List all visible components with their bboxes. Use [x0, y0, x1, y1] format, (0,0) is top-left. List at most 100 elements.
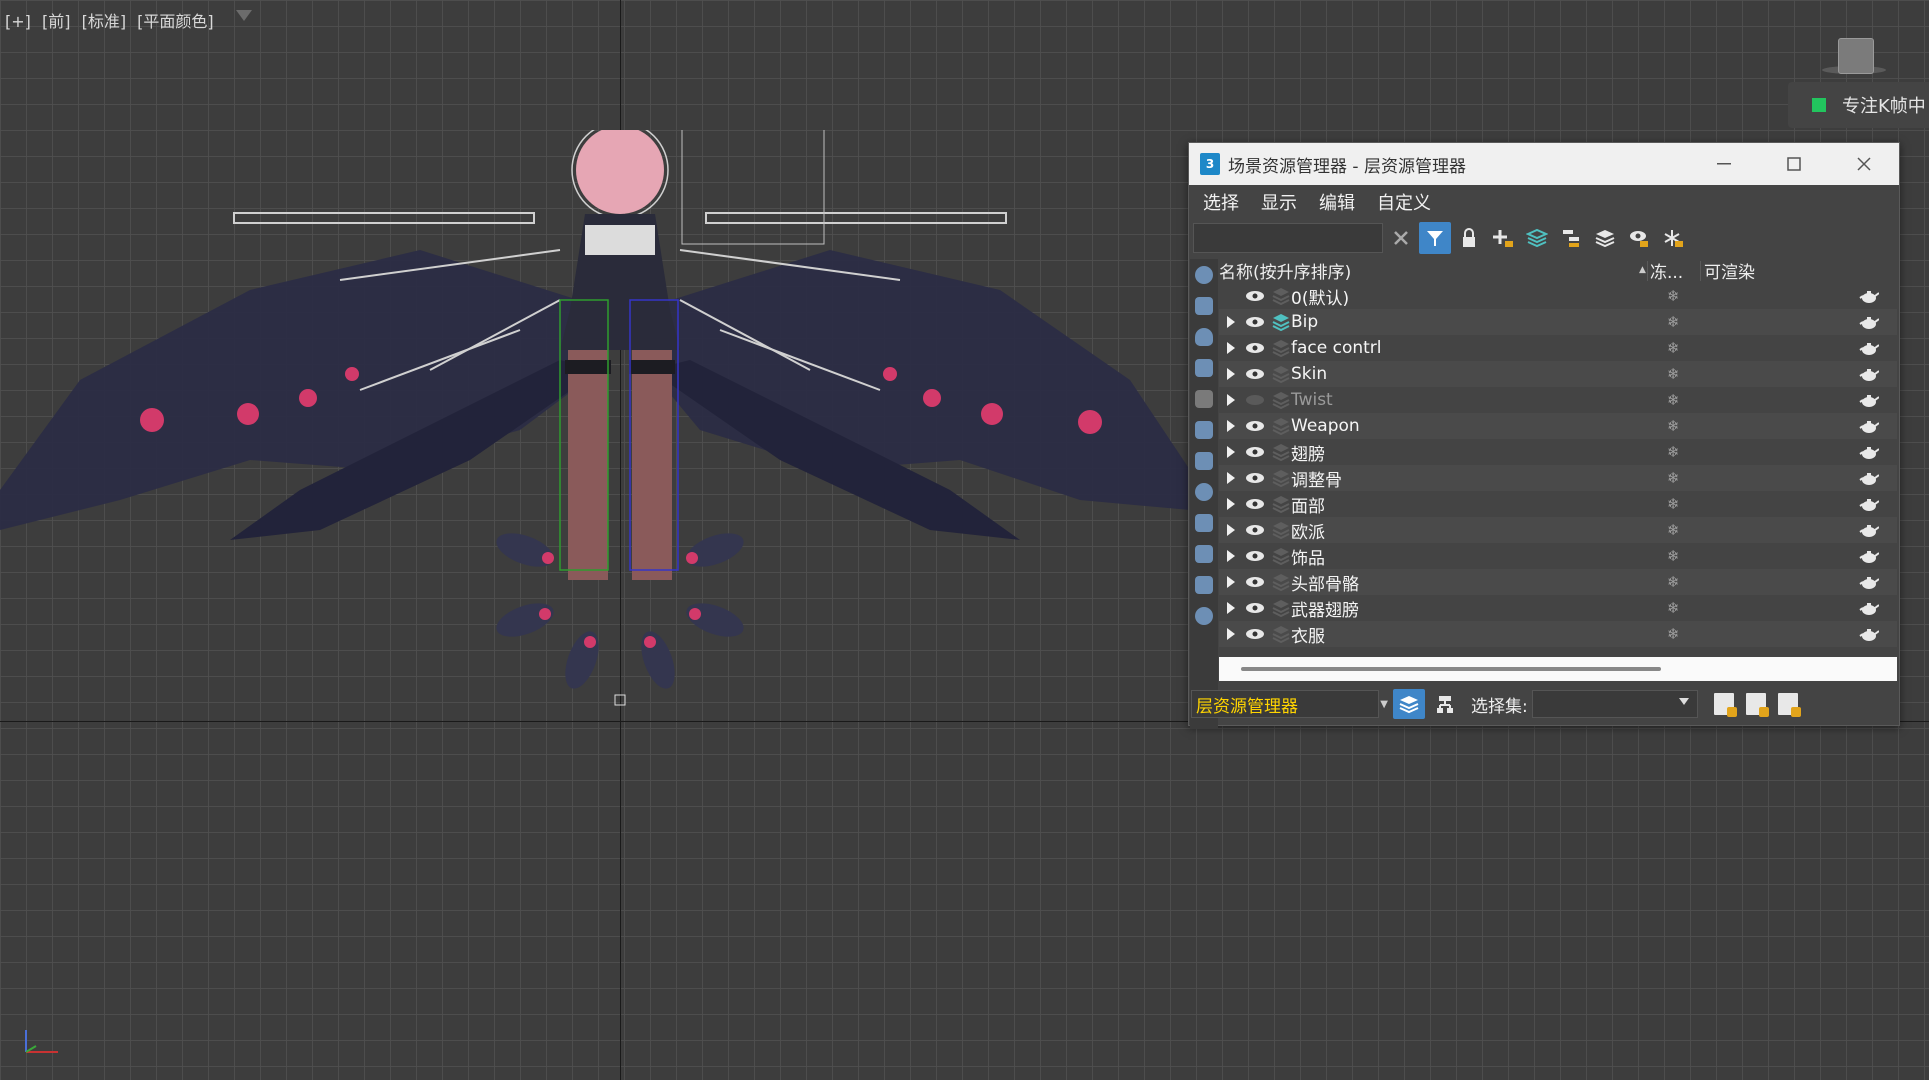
filter-helpers-icon[interactable]: [1190, 383, 1218, 414]
filter-shapes-icon[interactable]: [1190, 290, 1218, 321]
layer-row[interactable]: Skin ❄: [1219, 361, 1897, 387]
freeze-toggle-icon[interactable]: ❄: [1667, 469, 1680, 487]
visibility-eye-icon[interactable]: [1245, 342, 1265, 354]
layer-icon[interactable]: [1271, 547, 1291, 565]
expand-arrow-icon[interactable]: [1227, 316, 1235, 328]
visibility-eye-icon[interactable]: [1245, 576, 1265, 588]
layer-icon[interactable]: [1271, 625, 1291, 643]
freeze-toggle-icon[interactable]: ❄: [1667, 417, 1680, 435]
freeze-toggle-icon[interactable]: ❄: [1667, 599, 1680, 617]
edit-selection-set-icon[interactable]: [1713, 693, 1737, 717]
filter-geometry-icon[interactable]: [1190, 259, 1218, 290]
filter-spacewarps-icon[interactable]: [1190, 414, 1218, 445]
filter-cameras-icon[interactable]: [1190, 352, 1218, 383]
set-current-layer-button[interactable]: [1589, 222, 1621, 254]
freeze-toggle-icon[interactable]: ❄: [1667, 547, 1680, 565]
expand-arrow-icon[interactable]: [1227, 576, 1235, 588]
freeze-toggle-icon[interactable]: ❄: [1667, 339, 1680, 357]
viewport-menu-shading[interactable]: [平面颜色]: [137, 12, 214, 31]
filter-toggle-button[interactable]: [1419, 222, 1451, 254]
expand-arrow-icon[interactable]: [1227, 602, 1235, 614]
menu-edit[interactable]: 编辑: [1319, 189, 1355, 215]
layer-list[interactable]: 名称(按升序排序) ▲ 冻... 可渲染 0(默认) ❄ Bip ❄ face cont…: [1219, 257, 1897, 657]
filter-lights-icon[interactable]: [1190, 321, 1218, 352]
filter-groups-icon[interactable]: [1190, 445, 1218, 476]
visibility-eye-icon[interactable]: [1245, 602, 1265, 614]
column-renderable-header[interactable]: 可渲染: [1704, 258, 1755, 283]
close-button[interactable]: [1829, 143, 1899, 185]
renderable-teapot-icon[interactable]: [1859, 315, 1879, 329]
layer-row[interactable]: face contrl ❄: [1219, 335, 1897, 361]
selection-set-dropdown[interactable]: [1531, 690, 1698, 718]
layer-row[interactable]: 头部骨骼 ❄: [1219, 569, 1897, 595]
freeze-toggle-icon[interactable]: ❄: [1667, 287, 1680, 305]
renderable-teapot-icon[interactable]: [1859, 471, 1879, 485]
viewport-menu-standard[interactable]: [标准]: [82, 12, 127, 31]
menu-select[interactable]: 选择: [1203, 189, 1239, 215]
renderable-teapot-icon[interactable]: [1859, 393, 1879, 407]
layer-icon[interactable]: [1271, 287, 1291, 305]
scrollbar-thumb[interactable]: [1241, 667, 1661, 671]
freeze-toggle-icon[interactable]: ❄: [1667, 443, 1680, 461]
viewcube[interactable]: [1838, 38, 1874, 74]
clear-search-button[interactable]: [1385, 222, 1417, 254]
visibility-eye-icon[interactable]: [1245, 394, 1265, 406]
freeze-toggle-icon[interactable]: ❄: [1667, 313, 1680, 331]
hierarchy-button[interactable]: [1555, 222, 1587, 254]
layer-row[interactable]: 衣服 ❄: [1219, 621, 1897, 647]
layer-icon[interactable]: [1271, 365, 1291, 383]
hierarchy-mode-button[interactable]: [1429, 689, 1461, 719]
add-to-layer-button[interactable]: [1521, 222, 1553, 254]
new-layer-button[interactable]: [1487, 222, 1519, 254]
expand-arrow-icon[interactable]: [1227, 550, 1235, 562]
expand-arrow-icon[interactable]: [1227, 524, 1235, 536]
expand-arrow-icon[interactable]: [1227, 472, 1235, 484]
column-name-header[interactable]: 名称(按升序排序): [1219, 258, 1351, 283]
expand-arrow-icon[interactable]: [1227, 342, 1235, 354]
renderable-teapot-icon[interactable]: [1859, 575, 1879, 589]
layer-icon[interactable]: [1271, 495, 1291, 513]
layer-icon[interactable]: [1271, 391, 1291, 409]
renderable-teapot-icon[interactable]: [1859, 601, 1879, 615]
layer-row[interactable]: 调整骨 ❄: [1219, 465, 1897, 491]
expand-arrow-icon[interactable]: [1227, 394, 1235, 406]
layer-icon[interactable]: [1271, 417, 1291, 435]
viewport-menu-plus[interactable]: [+]: [5, 12, 31, 31]
renderable-teapot-icon[interactable]: [1859, 445, 1879, 459]
menu-display[interactable]: 显示: [1261, 189, 1297, 215]
visibility-eye-icon[interactable]: [1245, 420, 1265, 432]
viewport-label[interactable]: [+] [前] [标准] [平面颜色]: [5, 8, 220, 32]
renderable-teapot-icon[interactable]: [1859, 419, 1879, 433]
search-input[interactable]: [1193, 223, 1383, 253]
scene-explorer-window[interactable]: 3 场景资源管理器 - 层资源管理器 选择 显示 编辑 自定义 名称(按升序排序…: [1188, 142, 1900, 729]
menu-customize[interactable]: 自定义: [1377, 189, 1431, 215]
hide-unhide-button[interactable]: [1623, 222, 1655, 254]
renderable-teapot-icon[interactable]: [1859, 341, 1879, 355]
viewport-filter-icon[interactable]: [236, 10, 252, 21]
visibility-eye-icon[interactable]: [1245, 290, 1265, 302]
freeze-toggle-icon[interactable]: ❄: [1667, 573, 1680, 591]
renderable-teapot-icon[interactable]: [1859, 289, 1879, 303]
column-divider[interactable]: [1700, 261, 1701, 281]
layer-icon[interactable]: [1271, 599, 1291, 617]
expand-arrow-icon[interactable]: [1227, 420, 1235, 432]
freeze-button[interactable]: [1657, 222, 1689, 254]
layer-row[interactable]: 翅膀 ❄: [1219, 439, 1897, 465]
renderable-teapot-icon[interactable]: [1859, 497, 1879, 511]
visibility-eye-icon[interactable]: [1245, 472, 1265, 484]
filter-xrefs-icon[interactable]: [1190, 476, 1218, 507]
layer-row[interactable]: 饰品 ❄: [1219, 543, 1897, 569]
layer-icon[interactable]: [1271, 339, 1291, 357]
active-layer-icon[interactable]: [1271, 313, 1291, 331]
explorer-titlebar[interactable]: 3 场景资源管理器 - 层资源管理器: [1189, 143, 1899, 185]
column-divider[interactable]: [1647, 261, 1648, 281]
filter-frozen-icon[interactable]: [1190, 569, 1218, 600]
filter-bones-icon[interactable]: [1190, 507, 1218, 538]
layer-row[interactable]: 欧派 ❄: [1219, 517, 1897, 543]
freeze-toggle-icon[interactable]: ❄: [1667, 625, 1680, 643]
visibility-eye-icon[interactable]: [1245, 550, 1265, 562]
minimize-button[interactable]: [1689, 143, 1759, 185]
renderable-teapot-icon[interactable]: [1859, 523, 1879, 537]
maximize-button[interactable]: [1759, 143, 1829, 185]
layer-row[interactable]: Twist ❄: [1219, 387, 1897, 413]
